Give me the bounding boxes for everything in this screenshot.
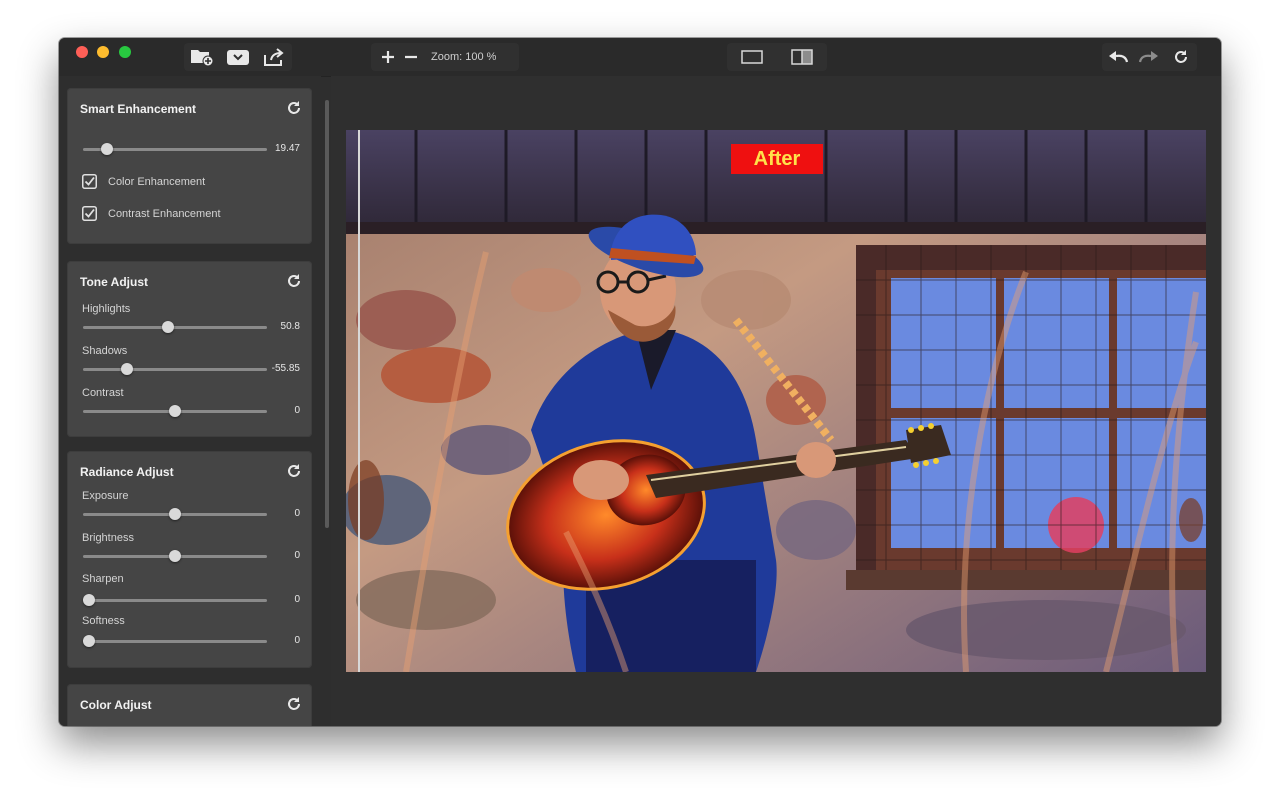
tray-download-icon [227,50,249,65]
slider-thumb[interactable] [82,635,95,647]
shadows-label: Shadows [82,345,128,357]
tone-adjust-panel: Tone Adjust Highlights 50.8 Shadows -55.… [67,261,312,437]
slider-thumb[interactable] [169,405,181,417]
color-enhancement-checkbox[interactable]: Color Enhancement [82,174,205,189]
panel-title: Radiance Adjust [80,465,174,479]
slider-thumb[interactable] [161,321,174,333]
panel-title: Tone Adjust [80,275,148,289]
softness-label: Softness [82,615,125,627]
reset-all-button[interactable] [1168,45,1194,69]
slider-value: 19.47 [274,143,300,154]
view-toolbar-group [727,43,827,71]
redo-icon [1139,51,1159,63]
exposure-slider[interactable] [83,507,267,521]
adjustments-sidebar: Smart Enhancement 19.47 Color Enhancemen… [59,76,321,726]
slider-track [83,599,267,602]
highlights-slider[interactable] [83,320,267,334]
photo-preview[interactable]: After [346,130,1206,672]
radiance-adjust-panel: Radiance Adjust Exposure 0 Brightness 0 … [67,451,312,668]
redo-button[interactable] [1136,45,1162,69]
share-button[interactable] [261,45,287,69]
refresh-icon [1175,50,1188,63]
open-folder-button[interactable] [189,45,215,69]
reset-icon[interactable] [286,463,302,479]
color-adjust-panel: Color Adjust [67,684,312,726]
slider-thumb[interactable] [169,550,181,562]
reset-icon[interactable] [286,273,302,289]
contrast-enhancement-checkbox[interactable]: Contrast Enhancement [82,206,221,221]
file-toolbar-group [184,43,292,71]
slider-value: 0 [294,405,300,416]
save-button[interactable] [225,45,251,69]
slider-thumb[interactable] [100,143,113,155]
panel-title: Smart Enhancement [80,102,197,116]
single-view-button[interactable] [739,45,765,69]
share-icon [264,48,284,66]
split-view-icon [791,49,813,65]
slider-value: -55.85 [271,363,300,374]
folder-add-icon [191,50,214,67]
slider-value: 50.8 [280,321,300,332]
slider-value: 0 [294,635,300,646]
zoom-window-button[interactable] [119,46,131,58]
zoom-out-button[interactable] [401,45,421,69]
undo-button[interactable] [1105,45,1131,69]
sharpen-label: Sharpen [82,573,124,585]
highlights-label: Highlights [82,303,131,315]
before-after-divider[interactable] [358,130,360,672]
minus-icon [405,55,417,59]
brightness-slider[interactable] [83,549,267,563]
slider-thumb[interactable] [169,508,181,520]
checkbox-label: Color Enhancement [108,175,206,188]
brightness-label: Brightness [82,532,134,544]
close-window-button[interactable] [76,46,88,58]
after-badge: After [731,144,823,174]
musician-photo-image [346,130,1206,672]
panel-title: Color Adjust [80,698,152,712]
split-view-button[interactable] [789,45,815,69]
slider-thumb[interactable] [82,594,95,606]
toolbar: Zoom: 100 % [59,38,1221,77]
reset-icon[interactable] [286,100,302,116]
slider-value: 0 [294,508,300,519]
contrast-label: Contrast [82,387,124,399]
checkbox-checked-icon [82,174,97,189]
sidebar-scrollbar[interactable] [325,100,329,528]
slider-value: 0 [294,594,300,605]
minimize-window-button[interactable] [97,46,109,58]
slider-thumb[interactable] [121,363,134,375]
zoom-in-button[interactable] [375,45,401,69]
slider-track [83,640,267,643]
reset-icon[interactable] [286,696,302,712]
smart-enhancement-slider[interactable] [83,142,267,156]
softness-slider[interactable] [82,634,267,648]
single-view-icon [741,50,763,64]
shadows-slider[interactable] [83,362,267,376]
undo-icon [1108,51,1128,63]
exposure-label: Exposure [82,490,129,502]
slider-value: 0 [294,550,300,561]
checkbox-label: Contrast Enhancement [108,207,221,220]
zoom-toolbar-group: Zoom: 100 % [371,43,519,71]
image-canvas: After [331,76,1221,726]
checkbox-checked-icon [82,206,97,221]
smart-enhancement-panel: Smart Enhancement 19.47 Color Enhancemen… [67,88,312,244]
history-toolbar-group [1102,43,1197,71]
app-window: Zoom: 100 % Smart Enhancement 19.47 Colo… [59,38,1221,726]
zoom-level-label: Zoom: 100 % [431,51,497,63]
slider-track [83,368,267,371]
slider-track [83,326,267,329]
contrast-slider[interactable] [83,404,267,418]
sharpen-slider[interactable] [82,593,267,607]
plus-icon [382,51,394,63]
